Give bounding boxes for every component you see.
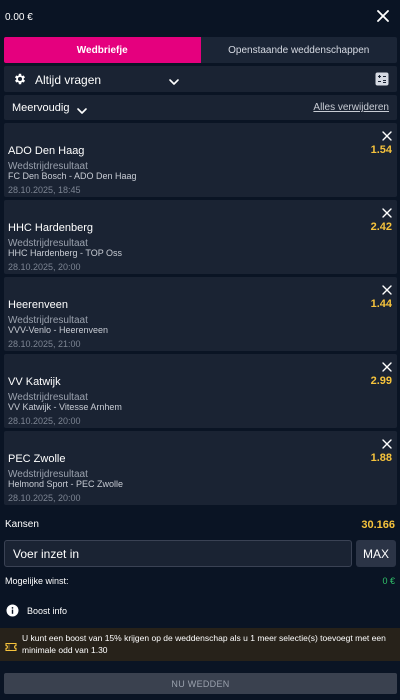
selection-team: ADO Den Haag [8,145,85,157]
remove-selection-icon[interactable] [382,282,392,295]
remove-all-link[interactable]: Alles verwijderen [313,102,389,113]
settings-label: Altijd vragen [35,73,102,87]
selection-card: Heerenveen 1.44 Wedstrijdresultaat VVV-V… [4,277,397,351]
selection-match: FC Den Bosch - ADO Den Haag [8,171,137,181]
selection-list: ADO Den Haag 1.54 Wedstrijdresultaat FC … [4,123,397,508]
close-icon[interactable] [376,9,390,23]
selection-odd: 1.44 [370,298,392,310]
selection-team: VV Katwijk [8,376,61,388]
selection-date: 28.10.2025, 20:00 [8,493,81,503]
potential-win-label: Mogelijke winst: [5,576,69,586]
potential-win-value: 0 € [382,576,395,586]
selection-match: VV Katwijk - Vitesse Arnhem [8,402,122,412]
boost-message: U kunt een boost van 15% krijgen op de w… [22,633,386,655]
remove-selection-icon[interactable] [382,128,392,141]
selection-date: 28.10.2025, 20:00 [8,416,81,426]
remove-selection-icon[interactable] [382,436,392,449]
total-odds-label: Kansen [5,519,39,530]
tab-wedbriefje[interactable]: Wedbriefje [4,37,201,63]
selection-odd: 1.54 [370,144,392,156]
selection-odd: 2.99 [370,375,392,387]
tab-openstaande-weddenschappen[interactable]: Openstaande weddenschappen [200,37,397,63]
selection-team: PEC Zwolle [8,453,66,465]
selection-odd: 2.42 [370,221,392,233]
selection-match: Helmond Sport - PEC Zwolle [8,479,124,489]
max-stake-button[interactable]: MAX [356,540,396,567]
gear-icon [13,72,27,86]
chevron-down-icon[interactable] [76,103,88,114]
total-odds-row: Kansen 30.166 [0,516,400,534]
remove-selection-icon[interactable] [382,205,392,218]
stake-input[interactable] [4,540,352,567]
boost-info-label: Boost info [27,606,68,616]
place-bet-button[interactable]: NU WEDDEN [4,673,397,694]
selection-date: 28.10.2025, 21:00 [8,339,81,349]
remove-selection-icon[interactable] [382,359,392,372]
selection-card: HHC Hardenberg 2.42 Wedstrijdresultaat H… [4,200,397,274]
selection-date: 28.10.2025, 18:45 [8,185,81,195]
selection-card: PEC Zwolle 1.88 Wedstrijdresultaat Helmo… [4,431,397,505]
ticket-icon [5,639,17,652]
potential-win-row: Mogelijke winst: 0 € [0,572,400,590]
total-odds-value: 30.166 [361,519,395,531]
top-bar: 0.00 € [0,0,400,34]
selection-card: ADO Den Haag 1.54 Wedstrijdresultaat FC … [4,123,397,197]
balance: 0.00 € [5,12,33,23]
selection-date: 28.10.2025, 20:00 [8,262,81,272]
selection-odd: 1.88 [370,452,392,464]
chevron-down-icon [168,74,180,85]
selection-match: HHC Hardenberg - TOP Oss [8,248,123,258]
betslip-tabs: Wedbriefje Openstaande weddenschappen [4,37,397,63]
selection-team: Heerenveen [8,299,68,311]
selection-team: HHC Hardenberg [8,222,93,234]
info-icon [6,604,19,617]
odds-change-setting[interactable]: Altijd vragen [4,66,397,92]
calculator-icon[interactable] [375,72,389,86]
boost-banner: U kunt een boost van 15% krijgen op de w… [0,628,400,661]
bet-mode-dropdown[interactable]: Meervoudig [12,102,69,114]
selection-card: VV Katwijk 2.99 Wedstrijdresultaat VV Ka… [4,354,397,428]
bet-mode-row: Meervoudig Alles verwijderen [4,95,397,120]
selection-match: VVV-Venlo - Heerenveen [8,325,109,335]
